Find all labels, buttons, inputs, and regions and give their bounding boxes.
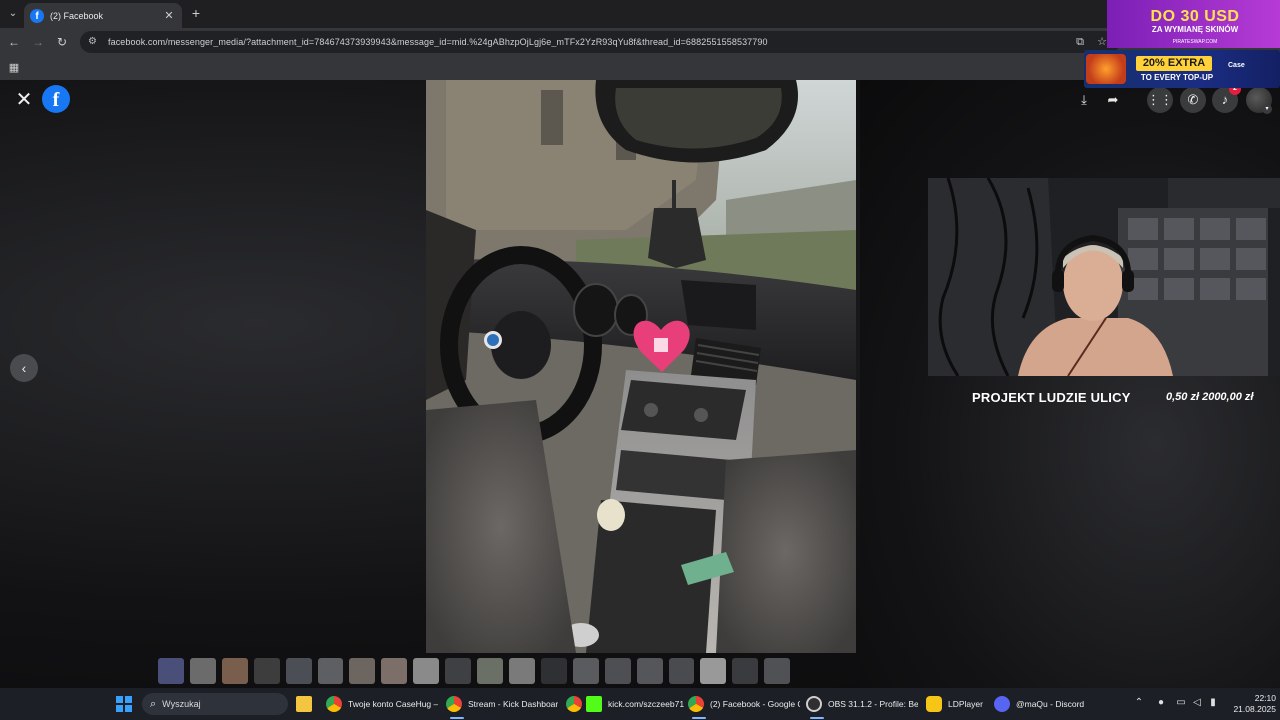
ad-sub: TO EVERY TOP-UP	[1140, 73, 1214, 82]
search-icon: ⌕	[150, 697, 157, 710]
tab-close-icon[interactable]: ✕	[162, 9, 176, 22]
thumbnail[interactable]	[572, 658, 599, 684]
download-icon[interactable]: ⤓	[1073, 89, 1095, 111]
folder-icon	[296, 696, 312, 712]
file-explorer-button[interactable]	[296, 693, 318, 715]
taskbar-item-obs[interactable]: OBS 31.1.2 - Profile: Bez	[806, 693, 918, 719]
thumbnail[interactable]	[764, 658, 791, 684]
clock-date: 21.08.2025	[1233, 704, 1276, 714]
taskbar-item-label: (2) Facebook - Google C	[710, 699, 800, 709]
tab-facebook[interactable]: f (2) Facebook ✕	[24, 3, 182, 28]
thumbnail[interactable]	[413, 658, 440, 684]
thumbnail[interactable]	[285, 658, 312, 684]
thumbnail[interactable]	[508, 658, 535, 684]
messenger-icon[interactable]: ✆	[1180, 87, 1206, 113]
taskbar-search-placeholder: Wyszukaj	[162, 699, 201, 709]
tab-title: (2) Facebook	[50, 10, 104, 21]
volume-icon[interactable]: ◁	[1190, 696, 1204, 710]
ldplayer-icon	[926, 696, 942, 712]
car-interior-photo	[426, 80, 856, 653]
ad-banner-top[interactable]: DO 30 USD ZA WYMIANĘ SKINÓW PIRATESWAP.C…	[1107, 0, 1280, 48]
thumbnail[interactable]	[732, 658, 759, 684]
thumbnail[interactable]	[253, 658, 280, 684]
thumbnail[interactable]	[668, 658, 695, 684]
facebook-favicon-icon: f	[30, 8, 44, 23]
battery-icon[interactable]: ▮	[1206, 696, 1220, 710]
donation-goal-amount: 0,50 zł 2000,00 zł	[1166, 391, 1254, 403]
tray-overflow-chevron-icon[interactable]: ⌃	[1132, 696, 1146, 710]
share-arrow-icon[interactable]: ➦	[1102, 89, 1124, 111]
kick-logo-icon	[586, 696, 602, 712]
menu-grid-icon[interactable]: ⋮⋮	[1147, 87, 1173, 113]
new-tab-plus-icon[interactable]: +	[188, 5, 204, 21]
thumbnail[interactable]	[221, 658, 248, 684]
car-interior-image	[426, 80, 856, 653]
ad-banner-bottom[interactable]: 20% EXTRA TO EVERY TOP-UP Case	[1084, 50, 1280, 88]
site-info-icon[interactable]: ⚙	[88, 35, 102, 49]
taskbar-search-box[interactable]: ⌕ Wyszukaj	[142, 693, 288, 715]
tab-search-chevron-icon[interactable]: ⌄	[4, 5, 22, 23]
address-bar-url[interactable]: facebook.com/messenger_media/?attachment…	[108, 37, 768, 47]
thumbnail[interactable]	[158, 658, 184, 684]
browser-tab-strip: ⌄ f (2) Facebook ✕ +	[0, 0, 1280, 28]
previous-photo-chevron-icon[interactable]: ‹	[10, 354, 38, 382]
ad-brand: PIRATESWAP.COM	[1172, 39, 1218, 45]
thumbnail[interactable]	[445, 658, 472, 684]
forward-arrow-icon[interactable]: →	[30, 34, 46, 50]
taskbar-item-discord[interactable]: @maQu - Discord	[994, 693, 1094, 715]
reload-icon[interactable]: ↻	[54, 34, 70, 50]
ad-logo: Case	[1228, 62, 1245, 69]
network-icon[interactable]: ▭	[1174, 696, 1188, 710]
taskbar-item-label: kick.com/szczeeb715	[608, 699, 684, 709]
taskbar-item-kick-dashboard[interactable]: Stream - Kick Dashboar	[446, 693, 558, 719]
taskbar-item-casehug[interactable]: Twoje konto CaseHug –	[326, 693, 438, 715]
cast-icon[interactable]: ⧉	[1072, 34, 1088, 50]
taskbar-item-label: LDPlayer	[948, 699, 983, 709]
thumbnail[interactable]	[349, 658, 376, 684]
taskbar-item-label: Twoje konto CaseHug –	[348, 699, 438, 709]
chrome-icon	[566, 696, 582, 712]
taskbar-item-label: OBS 31.1.2 - Profile: Bez	[828, 699, 918, 709]
thumbnail[interactable]	[700, 658, 727, 684]
thumbnail[interactable]	[636, 658, 663, 684]
microphone-icon[interactable]: ●	[1154, 696, 1168, 710]
windows-start-icon[interactable]	[116, 696, 132, 712]
stream-title: PROJEKT LUDZIE ULICY	[972, 390, 1131, 405]
chrome-icon	[326, 696, 342, 712]
treasure-chest-icon	[1086, 54, 1126, 84]
thumbnail[interactable]	[381, 658, 408, 684]
taskbar-item-facebook[interactable]: (2) Facebook - Google C	[688, 693, 800, 719]
clock-time: 22:10	[1254, 693, 1276, 703]
webcam-overlay	[928, 178, 1280, 376]
close-viewer-icon[interactable]: ✕	[14, 90, 34, 110]
thumbnail[interactable]	[477, 658, 503, 684]
stream-info-bar: PROJEKT LUDZIE ULICY 0,50 zł 2000,00 zł	[928, 382, 1280, 412]
taskbar-item-ldplayer[interactable]: LDPlayer	[926, 693, 990, 715]
taskbar-item-label: Stream - Kick Dashboar	[468, 699, 558, 709]
address-bar[interactable]: ⚙ facebook.com/messenger_media/?attachme…	[80, 31, 1120, 53]
back-arrow-icon[interactable]: ←	[6, 34, 22, 50]
obs-icon	[806, 696, 822, 712]
facebook-logo-icon[interactable]: f	[42, 85, 70, 113]
thumbnail-strip	[158, 658, 791, 684]
thumbnail[interactable]	[604, 658, 631, 684]
account-chevron-down-icon[interactable]: ▾	[1262, 104, 1272, 114]
thumbnail[interactable]	[317, 658, 344, 684]
ad-headline: DO 30 USD	[1150, 8, 1240, 25]
taskbar-item-label: @maQu - Discord	[1016, 699, 1085, 709]
thumbnail[interactable]	[189, 658, 216, 684]
chrome-icon	[688, 696, 704, 712]
chrome-icon	[446, 696, 462, 712]
windows-taskbar: ⌕ Wyszukaj Twoje konto CaseHug – Stream …	[0, 688, 1280, 720]
webcam-image	[928, 178, 1280, 376]
taskbar-clock[interactable]: 22:10 21.08.2025	[1222, 693, 1276, 715]
ad-badge: 20% EXTRA	[1136, 56, 1212, 71]
taskbar-item-kick-channel[interactable]: kick.com/szczeeb715	[566, 693, 684, 715]
thumbnail[interactable]	[540, 658, 567, 684]
discord-icon	[994, 696, 1010, 712]
ad-subline: ZA WYMIANĘ SKINÓW	[1151, 25, 1239, 34]
apps-grid-icon[interactable]: ▦	[6, 60, 22, 76]
